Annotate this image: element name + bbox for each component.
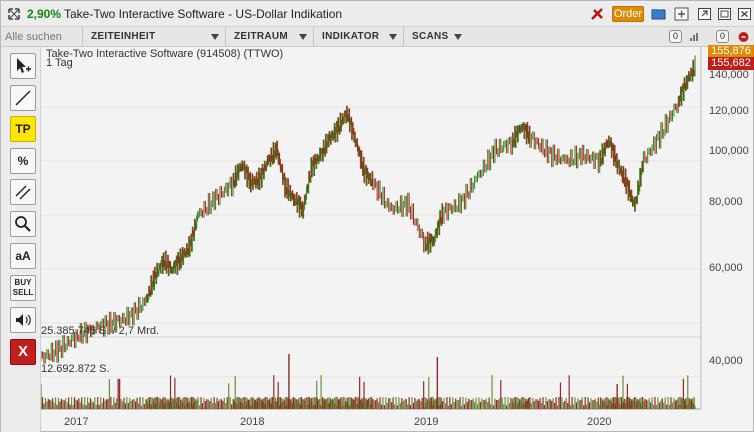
maximize-icon[interactable] <box>717 7 732 21</box>
chevron-down-icon <box>389 34 397 40</box>
cursor-icon <box>17 58 31 73</box>
chevron-down-icon <box>299 34 307 40</box>
y-tick-label: 100,000 <box>709 145 749 157</box>
volume-label: 12.692.872 S. <box>41 363 110 375</box>
parallel-lines-icon <box>15 185 31 200</box>
speaker-icon <box>16 314 31 326</box>
menu-label: ZEITEINHEIT <box>91 31 156 42</box>
chart-window: 2,90% Take-Two Interactive Software - US… <box>0 0 754 432</box>
y-tick-label: 40,000 <box>709 355 743 367</box>
buy-sell-tool[interactable]: BUY SELL <box>10 275 36 301</box>
close-window-icon[interactable] <box>737 7 752 21</box>
parallel-tool[interactable] <box>10 179 36 205</box>
magnifier-icon <box>15 216 31 232</box>
search-input[interactable]: Alle suchen <box>5 29 81 45</box>
change-percent: 2,90% <box>27 7 62 21</box>
chevron-down-icon <box>211 34 219 40</box>
x-tick-label: 2017 <box>64 416 89 428</box>
font-size-tool[interactable]: aA <box>10 243 36 269</box>
menu-label: ZEITRAUM <box>234 31 289 42</box>
menu-zeitraum[interactable]: ZEITRAUM <box>225 27 313 47</box>
link-icon[interactable] <box>674 7 689 21</box>
percent-tool[interactable]: % <box>10 148 36 174</box>
cursor-tool[interactable] <box>10 53 36 79</box>
volume-label: 25.385.745 S. / 2,7 Mrd. <box>41 325 160 337</box>
menu-scans[interactable]: SCANS <box>403 27 468 47</box>
bars-icon[interactable] <box>689 31 701 43</box>
close-tool[interactable]: X <box>10 339 36 365</box>
y-tick-label: 140,000 <box>709 69 749 81</box>
title-bar: 2,90% Take-Two Interactive Software - US… <box>1 1 754 27</box>
line-icon <box>15 90 31 106</box>
chart-toolbar: Alle suchen ZEITEINHEIT ZEITRAUM INDIKAT… <box>1 27 754 47</box>
window-title: Take-Two Interactive Software - US-Dolla… <box>64 7 343 21</box>
tp-tool[interactable]: TP <box>10 116 36 142</box>
sound-tool[interactable] <box>10 307 36 333</box>
y-tick-label: 120,000 <box>709 105 749 117</box>
tool-palette: TP % aA BUY SELL X <box>1 47 41 432</box>
x-tick-label: 2020 <box>587 416 612 428</box>
y-tick-label: 60,000 <box>709 262 743 274</box>
alarm-icon[interactable] <box>737 30 750 43</box>
x-tick-label: 2018 <box>240 416 265 428</box>
expand-icon[interactable] <box>8 8 20 20</box>
chart-subtitle: 1 Tag <box>46 57 73 69</box>
folder-icon[interactable] <box>651 7 666 21</box>
chart-title: Take-Two Interactive Software (914508) (… <box>46 48 284 60</box>
chart-canvas <box>40 47 702 410</box>
y-tick-label: 80,000 <box>709 196 743 208</box>
count-badge[interactable]: 0 <box>669 30 683 43</box>
detach-icon[interactable] <box>697 7 712 21</box>
menu-zeiteinheit[interactable]: ZEITEINHEIT <box>82 27 225 47</box>
count-badge[interactable]: 0 <box>716 30 730 43</box>
menu-indikator[interactable]: INDIKATOR <box>313 27 403 47</box>
menu-label: INDIKATOR <box>322 31 380 42</box>
menu-label: SCANS <box>412 31 449 42</box>
zoom-tool[interactable] <box>10 211 36 237</box>
chevron-down-icon <box>454 34 462 40</box>
line-tool[interactable] <box>10 85 36 111</box>
x-tick-label: 2019 <box>414 416 439 428</box>
price-chart[interactable]: Take-Two Interactive Software (914508) (… <box>40 45 754 432</box>
order-button[interactable]: Order <box>612 6 644 22</box>
tool-icon[interactable] <box>590 7 605 21</box>
